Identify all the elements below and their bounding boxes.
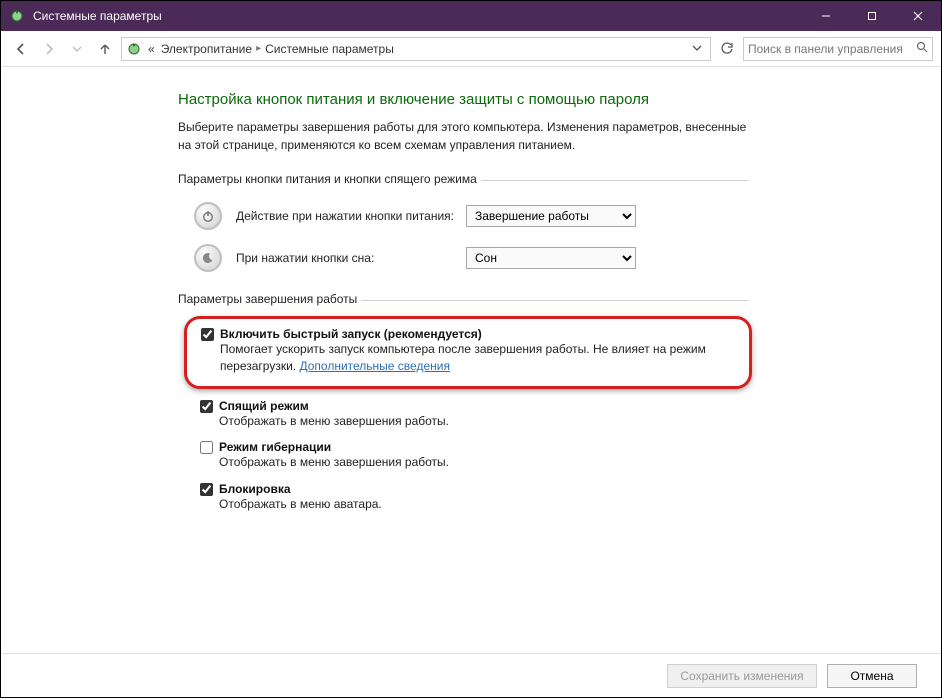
- shutdown-option-checkbox[interactable]: [200, 441, 213, 454]
- app-icon: [9, 8, 25, 24]
- section-shutdown: Параметры завершения работы Включить быс…: [178, 292, 748, 513]
- breadcrumb-prefix: «: [148, 42, 155, 56]
- power-button-select[interactable]: Завершение работы: [466, 205, 636, 227]
- chevron-down-icon: [688, 42, 706, 56]
- sleep-button-row: При нажатии кнопки сна: Сон: [194, 244, 748, 272]
- page-description: Выберите параметры завершения работы для…: [178, 118, 748, 154]
- recent-dropdown[interactable]: [65, 37, 89, 61]
- section-legend: Параметры завершения работы: [178, 292, 361, 306]
- window-controls: [803, 1, 941, 31]
- save-button[interactable]: Сохранить изменения: [667, 664, 817, 688]
- sleep-button-select[interactable]: Сон: [466, 247, 636, 269]
- up-button[interactable]: [93, 37, 117, 61]
- page-title: Настройка кнопок питания и включение защ…: [178, 91, 748, 108]
- titlebar: Системные параметры: [1, 1, 941, 31]
- search-icon: [916, 41, 928, 56]
- cancel-button[interactable]: Отмена: [827, 664, 917, 688]
- maximize-button[interactable]: [849, 1, 895, 31]
- content-area: Настройка кнопок питания и включение защ…: [1, 67, 941, 653]
- power-button-row: Действие при нажатии кнопки питания: Зав…: [194, 202, 748, 230]
- shutdown-option-desc: Отображать в меню аватара.: [219, 496, 748, 513]
- breadcrumb: Электропитание ▸ Системные параметры: [161, 42, 682, 56]
- sleep-button-label: При нажатии кнопки сна:: [236, 251, 466, 265]
- shutdown-option-desc: Помогает ускорить запуск компьютера посл…: [220, 341, 735, 376]
- power-icon: [194, 202, 222, 230]
- shutdown-option-title: Спящий режим: [219, 399, 309, 413]
- addressbar-dropdown[interactable]: [688, 42, 706, 56]
- shutdown-option-checkbox[interactable]: [200, 400, 213, 413]
- shutdown-option: Режим гибернацииОтображать в меню заверш…: [200, 440, 748, 471]
- back-button[interactable]: [9, 37, 33, 61]
- footer: Сохранить изменения Отмена: [1, 653, 941, 697]
- forward-button[interactable]: [37, 37, 61, 61]
- shutdown-option: БлокировкаОтображать в меню аватара.: [200, 482, 748, 513]
- shutdown-option: Включить быстрый запуск (рекомендуется)П…: [200, 316, 748, 389]
- shutdown-option-desc: Отображать в меню завершения работы.: [219, 413, 748, 430]
- more-info-link[interactable]: Дополнительные сведения: [299, 359, 449, 373]
- shutdown-option-checkbox[interactable]: [201, 328, 214, 341]
- window-title: Системные параметры: [33, 9, 803, 23]
- shutdown-option-checkbox[interactable]: [200, 483, 213, 496]
- section-power-buttons: Параметры кнопки питания и кнопки спящег…: [178, 172, 748, 272]
- navbar: « Электропитание ▸ Системные параметры: [1, 31, 941, 67]
- refresh-button[interactable]: [715, 37, 739, 61]
- shutdown-option-title: Режим гибернации: [219, 440, 331, 454]
- shutdown-option-title: Блокировка: [219, 482, 291, 496]
- addressbar[interactable]: « Электропитание ▸ Системные параметры: [121, 37, 711, 61]
- addressbar-icon: [126, 41, 142, 57]
- shutdown-option: Спящий режимОтображать в меню завершения…: [200, 399, 748, 430]
- shutdown-option-title: Включить быстрый запуск (рекомендуется): [220, 327, 482, 341]
- section-legend: Параметры кнопки питания и кнопки спящег…: [178, 172, 481, 186]
- close-button[interactable]: [895, 1, 941, 31]
- moon-icon: [194, 244, 222, 272]
- power-button-label: Действие при нажатии кнопки питания:: [236, 209, 466, 223]
- breadcrumb-item[interactable]: Электропитание: [161, 42, 252, 56]
- chevron-right-icon: ▸: [254, 43, 263, 54]
- breadcrumb-item[interactable]: Системные параметры: [265, 42, 394, 56]
- search-box[interactable]: [743, 37, 933, 61]
- minimize-button[interactable]: [803, 1, 849, 31]
- shutdown-option-desc: Отображать в меню завершения работы.: [219, 454, 748, 471]
- search-input[interactable]: [748, 42, 916, 56]
